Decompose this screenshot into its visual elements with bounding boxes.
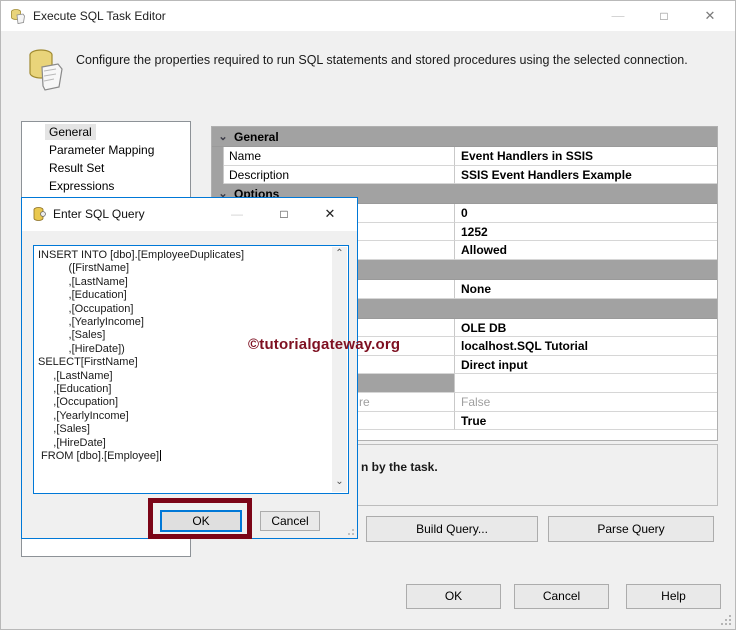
maximize-icon[interactable]: □ [647,1,681,31]
group-header-general[interactable]: ⌄ General [212,127,717,147]
property-value[interactable]: None [455,280,717,299]
property-label: Description [224,165,455,185]
scrollbar[interactable]: ⌃ ⌄ [332,247,347,492]
sql-task-header-icon [29,49,63,91]
nav-item-parameter-mapping[interactable]: Parameter Mapping [45,142,158,158]
nav-item-expressions[interactable]: Expressions [45,178,118,194]
nav-item-general[interactable]: General [45,124,96,140]
ok-highlight-annotation [148,498,252,539]
property-value[interactable]: 1252 [455,223,717,242]
property-label: Name [224,147,455,166]
execute-sql-task-editor-window: Execute SQL Task Editor — □ ✕ Configure … [0,0,736,630]
scroll-down-icon[interactable]: ⌄ [332,477,347,492]
property-description-text: n by the task. [361,460,438,474]
popup-maximize-icon[interactable]: □ [269,199,299,229]
sql-query-textarea[interactable]: INSERT INTO [dbo].[EmployeeDuplicates] (… [33,245,349,494]
popup-resize-grip[interactable] [345,526,354,535]
property-row-name[interactable]: Name Event Handlers in SSIS [212,147,717,166]
popup-minimize-icon[interactable]: — [222,199,252,229]
sql-query-icon [33,207,46,221]
resize-grip[interactable] [721,615,731,625]
close-icon[interactable]: ✕ [693,1,727,31]
watermark-text: ©tutorialgateway.org [248,336,401,353]
titlebar: Execute SQL Task Editor — □ ✕ [1,1,735,31]
scroll-up-icon[interactable]: ⌃ [332,247,347,262]
popup-titlebar: Enter SQL Query — □ ✕ [22,198,357,231]
property-value[interactable]: Direct input [455,356,717,375]
property-value[interactable]: localhost.SQL Tutorial [455,337,717,356]
minimize-icon[interactable]: — [601,1,635,31]
enter-sql-query-dialog: Enter SQL Query — □ ✕ INSERT INTO [dbo].… [21,197,358,539]
nav-item-result-set[interactable]: Result Set [45,160,108,176]
property-value[interactable]: Allowed [455,241,717,260]
property-value[interactable] [455,374,717,393]
property-value[interactable]: OLE DB [455,319,717,338]
property-value[interactable]: True [455,412,717,431]
sql-query-text: INSERT INTO [dbo].[EmployeeDuplicates] (… [38,249,331,464]
cancel-button[interactable]: Cancel [514,584,609,609]
sql-task-icon [11,9,25,24]
popup-title: Enter SQL Query [53,207,145,221]
ok-button[interactable]: OK [406,584,501,609]
property-value[interactable]: Event Handlers in SSIS [455,147,717,166]
window-title: Execute SQL Task Editor [33,9,166,23]
property-value[interactable]: 0 [455,204,717,223]
help-button[interactable]: Help [626,584,721,609]
property-value[interactable]: SSIS Event Handlers Example [455,166,717,185]
build-query-button[interactable]: Build Query... [366,516,538,542]
popup-cancel-button[interactable]: Cancel [260,511,320,531]
chevron-down-icon[interactable]: ⌄ [212,130,234,143]
dialog-description: Configure the properties required to run… [76,53,688,67]
popup-close-icon[interactable]: ✕ [315,199,345,229]
property-value: False [455,393,717,412]
property-row-description[interactable]: Description SSIS Event Handlers Example [212,165,717,185]
parse-query-button[interactable]: Parse Query [548,516,714,542]
